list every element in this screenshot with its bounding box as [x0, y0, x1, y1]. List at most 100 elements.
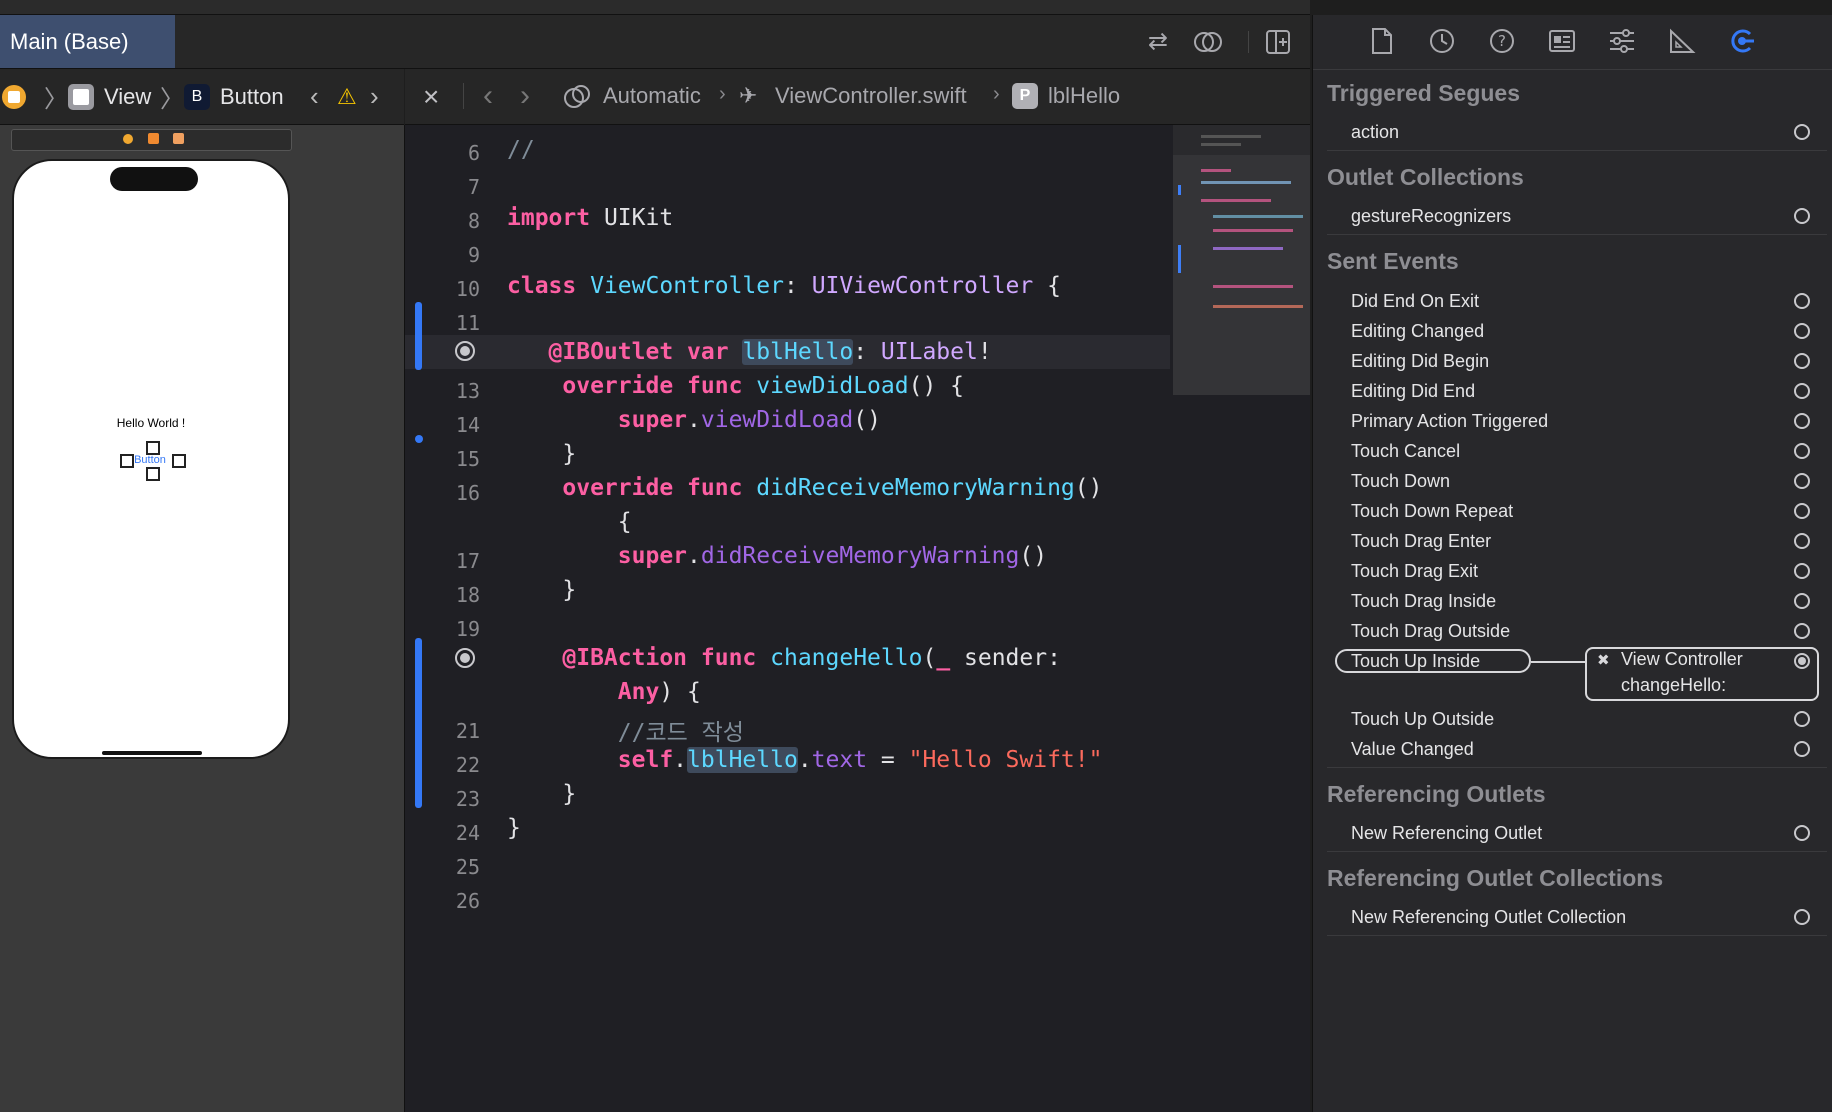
forward-icon[interactable]: ›: [520, 79, 530, 113]
connection-circle-icon[interactable]: [1794, 909, 1810, 925]
breadcrumb-view[interactable]: View: [68, 69, 151, 124]
connection-circle-icon[interactable]: [1794, 825, 1810, 841]
line-number[interactable]: 24: [405, 821, 480, 845]
code-line[interactable]: super.viewDidLoad(): [507, 407, 881, 433]
line-number[interactable]: 13: [405, 379, 480, 403]
jump-file[interactable]: ViewController.swift: [775, 83, 967, 109]
resize-handle-top[interactable]: [146, 441, 160, 455]
code-line[interactable]: import UIKit: [507, 205, 673, 231]
line-number[interactable]: 9: [405, 243, 480, 267]
history-inspector-icon[interactable]: [1427, 27, 1457, 57]
help-inspector-icon[interactable]: ?: [1487, 27, 1517, 57]
code-line[interactable]: }: [507, 441, 576, 467]
connection-circle-icon[interactable]: [1794, 711, 1810, 727]
next-issue-icon[interactable]: ›: [370, 69, 379, 124]
connection-circle-icon[interactable]: [1794, 443, 1810, 459]
code-line[interactable]: //: [507, 137, 535, 163]
action-connected-icon[interactable]: [455, 648, 475, 668]
line-number[interactable]: 23: [405, 787, 480, 811]
connection-circle-icon[interactable]: [1794, 741, 1810, 757]
code-line[interactable]: self.lblHello.text = "Hello Swift!": [507, 747, 1102, 773]
code-line[interactable]: super.didReceiveMemoryWarning(): [507, 543, 1047, 569]
resize-handle-left[interactable]: [120, 454, 134, 468]
swap-arrows-icon[interactable]: ⇄: [1143, 27, 1173, 57]
line-number[interactable]: 18: [405, 583, 480, 607]
connection-circle-icon[interactable]: [1794, 563, 1810, 579]
line-number[interactable]: 15: [405, 447, 480, 471]
connection-circle-icon[interactable]: [1794, 593, 1810, 609]
code-line[interactable]: class ViewController: UIViewController {: [507, 273, 1061, 299]
connection-circle-icon[interactable]: [1794, 503, 1810, 519]
line-number[interactable]: 26: [405, 889, 480, 913]
code-line[interactable]: Any) {: [507, 679, 701, 705]
outlet-connected-icon[interactable]: [455, 341, 475, 361]
connection-circle-icon[interactable]: [1794, 623, 1810, 639]
close-editor-icon[interactable]: ×: [423, 81, 439, 113]
related-items-icon[interactable]: [563, 84, 593, 115]
jump-symbol[interactable]: lblHello: [1048, 83, 1120, 109]
code-line[interactable]: }: [507, 815, 521, 841]
connection-circle-icon[interactable]: [1794, 353, 1810, 369]
breadcrumb-button[interactable]: B Button: [184, 69, 284, 124]
exit-icon[interactable]: [173, 133, 184, 144]
size-inspector-icon[interactable]: [1667, 27, 1697, 57]
code-line[interactable]: @IBOutlet var lblHello: UILabel!: [507, 339, 992, 365]
code-line[interactable]: }: [507, 781, 576, 807]
add-editor-icon[interactable]: [1263, 27, 1293, 57]
storyboard-canvas[interactable]: Hello World ! Button: [0, 125, 405, 1112]
first-responder-icon[interactable]: [148, 133, 159, 144]
connection-circle-icon[interactable]: [1794, 473, 1810, 489]
line-number[interactable]: 17: [405, 549, 480, 573]
connection-circle-icon[interactable]: [1794, 208, 1810, 224]
minimap[interactable]: [1173, 125, 1310, 395]
source-editor[interactable]: 6 7 8 9 10 11 13 14 15 16 17 18 19 21 22…: [405, 125, 1310, 1112]
overlapping-circles-icon[interactable]: [1193, 27, 1223, 57]
code-line[interactable]: override func viewDidLoad() {: [507, 373, 964, 399]
code-line[interactable]: }: [507, 577, 576, 603]
event-row-label: Touch Up Inside: [1351, 651, 1481, 671]
line-number[interactable]: 21: [405, 719, 480, 743]
iphone-scene[interactable]: Hello World ! Button: [12, 159, 290, 759]
connection-circle-filled-icon[interactable]: [1794, 653, 1810, 669]
previous-issue-icon[interactable]: ‹: [310, 69, 319, 124]
code-line[interactable]: @IBAction func changeHello(_ sender:: [507, 645, 1061, 671]
connection-circle-icon[interactable]: [1794, 293, 1810, 309]
code-line[interactable]: override func didReceiveMemoryWarning(): [507, 475, 1102, 501]
code-line[interactable]: {: [507, 509, 632, 535]
line-number[interactable]: 7: [405, 175, 480, 199]
resize-handle-bottom[interactable]: [146, 467, 160, 481]
scene-icon[interactable]: [2, 85, 26, 109]
event-row-label: Touch Down: [1351, 471, 1451, 491]
jump-automatic[interactable]: Automatic: [603, 83, 701, 109]
line-number[interactable]: 19: [405, 617, 480, 641]
warning-icon[interactable]: ⚠: [337, 69, 357, 124]
back-icon[interactable]: ‹: [483, 79, 493, 113]
code-line[interactable]: //코드 작성: [507, 713, 744, 747]
connection-circle-icon[interactable]: [1794, 323, 1810, 339]
view-controller-icon[interactable]: [123, 134, 133, 144]
line-number[interactable]: 22: [405, 753, 480, 777]
line-number[interactable]: 11: [405, 311, 480, 335]
connection-circle-icon[interactable]: [1794, 413, 1810, 429]
connections-inspector-icon[interactable]: [1727, 27, 1757, 57]
line-number[interactable]: 25: [405, 855, 480, 879]
connection-circle-icon[interactable]: [1794, 533, 1810, 549]
hello-label[interactable]: Hello World !: [14, 416, 288, 430]
breadcrumb-chevron-icon: 〉: [160, 86, 184, 113]
line-number[interactable]: 6: [405, 141, 480, 165]
line-number[interactable]: 8: [405, 209, 480, 233]
identity-inspector-icon[interactable]: [1547, 27, 1577, 57]
tab-main-storyboard[interactable]: Main (Base): [0, 15, 175, 68]
resize-handle-right[interactable]: [172, 454, 186, 468]
connection-circle-icon[interactable]: [1794, 383, 1810, 399]
connection-target-box[interactable]: ✖ View Controller changeHello:: [1585, 647, 1819, 701]
file-inspector-icon[interactable]: [1367, 27, 1397, 57]
line-number[interactable]: 14: [405, 413, 480, 437]
attributes-inspector-icon[interactable]: [1607, 27, 1637, 57]
connection-circle-icon[interactable]: [1794, 124, 1810, 140]
editor-jump-bar: × ‹ › Automatic › ✈ ViewController.swift…: [405, 69, 1310, 125]
scene-dock[interactable]: [11, 129, 292, 151]
line-number[interactable]: 16: [405, 481, 480, 505]
line-number[interactable]: 10: [405, 277, 480, 301]
remove-connection-icon[interactable]: ✖: [1597, 651, 1610, 669]
